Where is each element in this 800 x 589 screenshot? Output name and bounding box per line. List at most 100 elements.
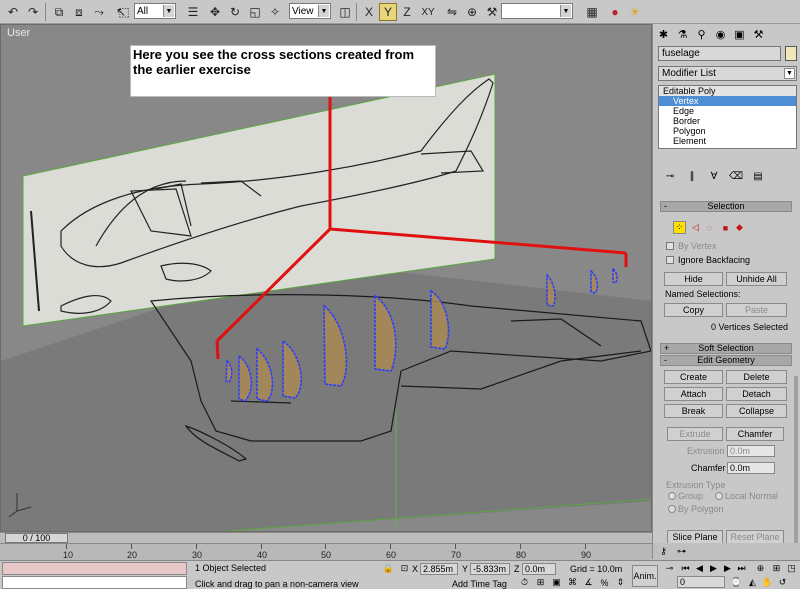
selection-rollout-header[interactable]: - Selection (660, 201, 792, 212)
y-coordinate-field[interactable]: -5.833m (470, 563, 510, 575)
scale-icon[interactable]: ◱ (246, 3, 264, 21)
select-link-icon[interactable]: ⧉ (50, 3, 68, 21)
angle-snap-icon[interactable]: ∡ (582, 576, 595, 589)
soft-selection-rollout-header[interactable]: + Soft Selection (660, 343, 792, 354)
named-selection-dropdown[interactable]: ▼ (501, 3, 573, 19)
x-coordinate-field[interactable]: 2.855m (420, 563, 458, 575)
maxscript-listener-field[interactable] (2, 562, 187, 575)
maxscript-output-field[interactable] (2, 576, 187, 589)
unhide-all-button[interactable]: Unhide All (726, 272, 787, 286)
rotate-icon[interactable]: ↻ (226, 3, 244, 21)
stack-item-editable-poly[interactable]: Editable Poly (659, 86, 796, 96)
modify-tab-icon[interactable]: ⚗ (675, 26, 690, 42)
z-coordinate-field[interactable]: 0.0m (522, 563, 556, 575)
stack-item-vertex[interactable]: Vertex (659, 96, 796, 106)
play-icon[interactable]: ▶ (707, 562, 720, 575)
command-panel-scrollbar[interactable] (794, 376, 798, 546)
display-tab-icon[interactable]: ▣ (732, 26, 747, 42)
configure-sets-icon[interactable]: ▤ (751, 169, 765, 183)
add-time-tag[interactable]: Add Time Tag (452, 579, 507, 589)
axis-x-icon[interactable]: X (360, 3, 378, 21)
transform-gizmo-icon[interactable]: ⊞ (534, 576, 547, 589)
axis-y-icon[interactable]: Y (379, 3, 397, 21)
key-filter-icon[interactable]: ⚷ (657, 545, 670, 558)
group-radio[interactable] (668, 492, 676, 500)
snap-toggle-icon[interactable]: ⌘ (566, 576, 579, 589)
auto-key-button[interactable]: Anim. (632, 565, 658, 587)
make-unique-icon[interactable]: ∀ (707, 169, 721, 183)
selection-filter-dropdown[interactable]: All ▼ (134, 3, 176, 19)
maximize-viewport-icon[interactable]: ◳ (785, 562, 798, 575)
remove-modifier-icon[interactable]: ⌫ (729, 169, 743, 183)
spinner-snap-icon[interactable]: ⇕ (614, 576, 627, 589)
track-bar[interactable]: 10 20 30 40 50 60 70 80 90 (0, 543, 652, 560)
collapse-button[interactable]: Collapse (726, 404, 787, 418)
utilities-tab-icon[interactable]: ⚒ (751, 26, 766, 42)
zoom-icon[interactable]: ⊕ (754, 562, 767, 575)
pivot-center-icon[interactable]: ◫ (336, 3, 354, 21)
slice-plane-button[interactable]: Slice Plane (667, 530, 723, 544)
chamfer-spinner[interactable]: 0.0m (727, 462, 775, 474)
redo-icon[interactable]: ↷ (24, 3, 42, 21)
delete-button[interactable]: Delete (726, 370, 787, 384)
detach-button[interactable]: Detach (726, 387, 787, 401)
mirror-icon[interactable]: ⇋ (443, 3, 461, 21)
stack-item-edge[interactable]: Edge (659, 106, 796, 116)
extrude-button[interactable]: Extrude (667, 427, 723, 441)
vertex-mode-icon[interactable]: ⁘ (673, 221, 686, 234)
attach-button[interactable]: Attach (664, 387, 723, 401)
stack-item-border[interactable]: Border (659, 116, 796, 126)
create-tab-icon[interactable]: ✱ (656, 26, 671, 42)
polygon-mode-icon[interactable]: ■ (719, 221, 732, 234)
field-of-view-icon[interactable]: ◭ (746, 576, 759, 589)
time-config-icon[interactable]: ⌚ (730, 576, 743, 589)
go-to-start-icon[interactable]: ⏮ (679, 562, 692, 575)
align-icon[interactable]: ⊕ (463, 3, 481, 21)
element-mode-icon[interactable]: ◆ (733, 221, 746, 234)
object-name-field[interactable]: fuselage (658, 46, 781, 61)
ignore-backfacing-checkbox[interactable] (666, 256, 674, 264)
unlink-icon[interactable]: ⧈ (70, 3, 88, 21)
by-polygon-radio[interactable] (668, 505, 676, 513)
set-key-icon[interactable]: ⊶ (675, 545, 688, 558)
quick-render-icon[interactable]: ☀ (626, 3, 644, 21)
edge-mode-icon[interactable]: ◁ (689, 221, 702, 234)
copy-button[interactable]: Copy (664, 303, 723, 317)
time-slider-thumb[interactable]: 0 / 100 (5, 533, 68, 543)
stack-item-element[interactable]: Element (659, 136, 796, 146)
zoom-all-icon[interactable]: ⊞ (770, 562, 783, 575)
break-button[interactable]: Break (664, 404, 723, 418)
spacing-tool-icon[interactable]: ⚒ (483, 3, 501, 21)
undo-icon[interactable]: ↶ (4, 3, 22, 21)
create-button[interactable]: Create (664, 370, 723, 384)
next-frame-icon[interactable]: ▶ (721, 562, 734, 575)
previous-frame-icon[interactable]: ◀ (693, 562, 706, 575)
stack-item-polygon[interactable]: Polygon (659, 126, 796, 136)
motion-tab-icon[interactable]: ◉ (713, 26, 728, 42)
lock-selection-icon[interactable]: 🔒 (382, 562, 395, 575)
go-to-end-icon[interactable]: ⏭ (735, 562, 748, 575)
move-icon[interactable]: ✥ (206, 3, 224, 21)
reset-plane-button[interactable]: Reset Plane (726, 530, 784, 544)
viewport-label[interactable]: User (7, 27, 30, 39)
by-vertex-checkbox[interactable] (666, 242, 674, 250)
percent-snap-icon[interactable]: % (598, 576, 611, 589)
pan-icon[interactable]: ✋ (761, 576, 774, 589)
paste-button[interactable]: Paste (726, 303, 787, 317)
border-mode-icon[interactable]: ◌ (703, 221, 716, 234)
pin-stack-icon[interactable]: ⊸ (663, 169, 677, 183)
absolute-mode-icon[interactable]: ⊡ (398, 562, 411, 575)
material-editor-icon[interactable]: ▦ (583, 3, 601, 21)
bind-spacewarp-icon[interactable]: ⤳ (90, 3, 108, 21)
object-color-swatch[interactable] (785, 46, 797, 61)
extrusion-spinner[interactable]: 0.0m (727, 445, 775, 457)
arc-rotate-icon[interactable]: ↺ (776, 576, 789, 589)
show-end-result-icon[interactable]: ∥ (685, 169, 699, 183)
edit-geometry-rollout-header[interactable]: - Edit Geometry (660, 355, 792, 366)
reference-coord-dropdown[interactable]: View ▼ (289, 3, 331, 19)
adaptive-degradation-icon[interactable]: ▣ (550, 576, 563, 589)
key-mode-icon[interactable]: ⊸ (663, 562, 676, 575)
select-by-name-icon[interactable]: ☰ (184, 3, 202, 21)
viewport-user[interactable]: User Here you see the cross sections cre… (0, 24, 652, 532)
modifier-list-dropdown[interactable]: Modifier List ▼ (658, 66, 797, 81)
